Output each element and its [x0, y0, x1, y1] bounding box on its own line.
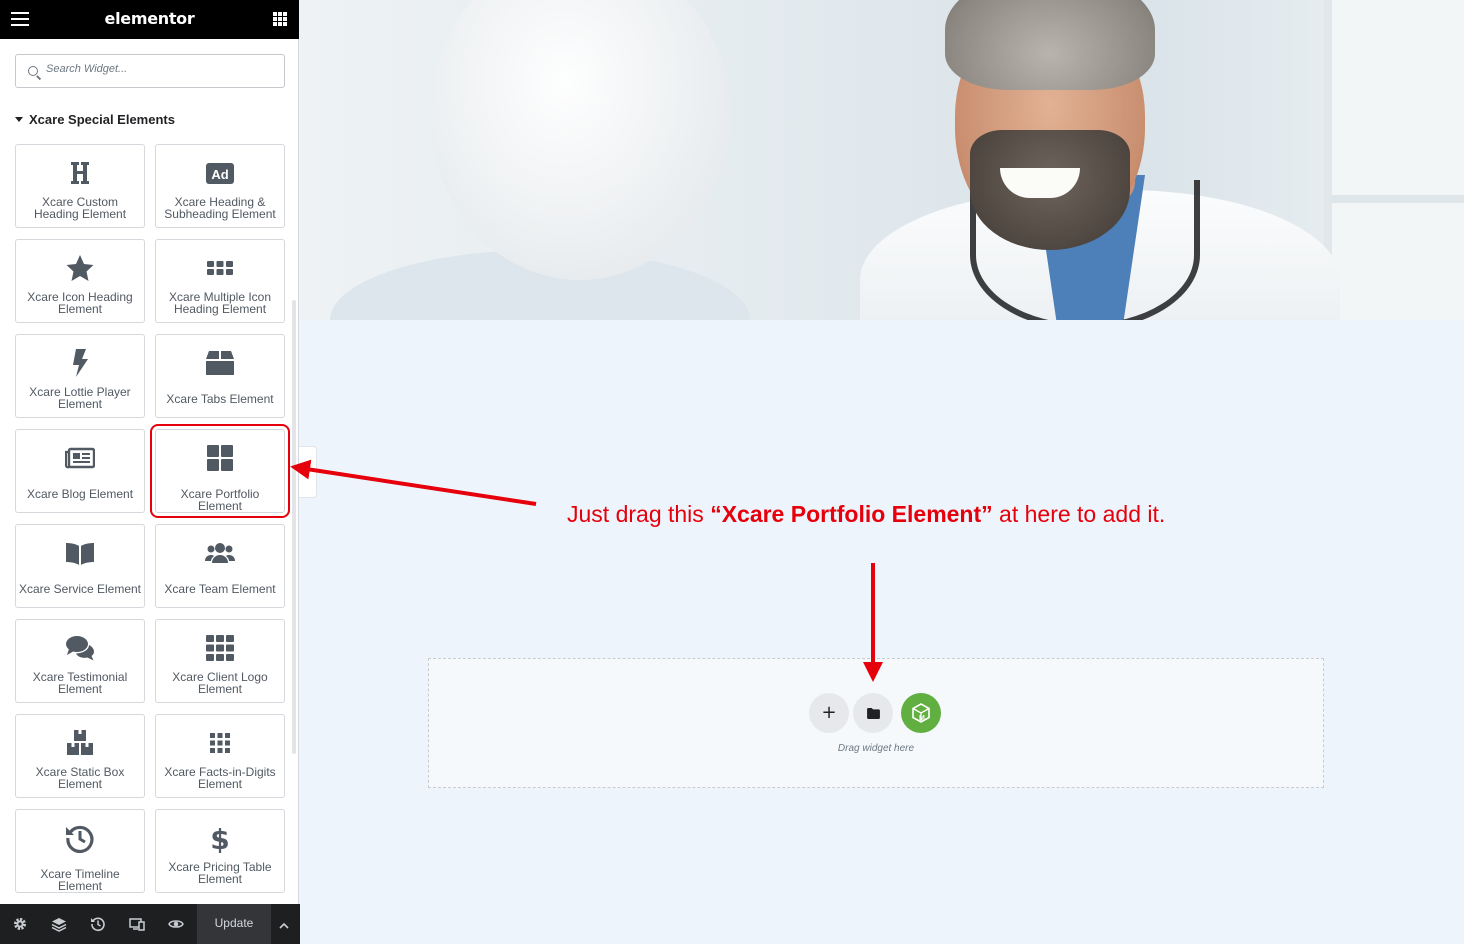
dollar-icon: $: [156, 823, 284, 853]
widget-label: Xcare Heading & Subheading Element: [164, 195, 276, 221]
book-open-icon: [16, 539, 144, 567]
elementor-logo: elementor: [104, 9, 195, 28]
widget-grid: Xcare Custom Heading Element Ad Xcare He…: [15, 144, 290, 893]
search-widget-box[interactable]: [15, 54, 285, 88]
drop-label: Drag widget here: [837, 743, 915, 754]
search-input[interactable]: [46, 63, 276, 75]
drop-zone[interactable]: + M Drag widget here: [428, 658, 1324, 788]
em-icon: M: [912, 703, 930, 723]
svg-text:$: $: [210, 823, 229, 853]
boxes-icon: [16, 729, 144, 757]
caret-down-icon: [15, 117, 23, 122]
svg-text:M: M: [919, 715, 925, 722]
widget-label: Xcare Portfolio Element: [180, 487, 260, 513]
layers-icon[interactable]: [51, 916, 67, 932]
history-icon[interactable]: [90, 916, 106, 932]
update-button[interactable]: Update: [197, 904, 271, 944]
widget-timeline[interactable]: Xcare Timeline Element: [15, 809, 145, 893]
apps-grid-icon[interactable]: [273, 12, 287, 26]
annotation-suffix: at here to add it.: [992, 501, 1166, 527]
hero-image: [300, 0, 1464, 320]
widget-label: Xcare Lottie Player Element: [29, 385, 131, 411]
widget-custom-heading[interactable]: Xcare Custom Heading Element: [15, 144, 145, 228]
category-header[interactable]: Xcare Special Elements: [15, 112, 175, 127]
comments-icon: [16, 634, 144, 662]
th-large-icon: [156, 444, 284, 472]
em-addon-button[interactable]: M: [901, 693, 941, 733]
widget-facts-in-digits[interactable]: Xcare Facts-in-Digits Element: [155, 714, 285, 798]
widget-testimonial[interactable]: Xcare Testimonial Element: [15, 619, 145, 703]
history-icon: [16, 824, 144, 853]
heading-icon: [16, 159, 144, 187]
eye-icon[interactable]: [168, 916, 184, 932]
panel-header: elementor: [0, 0, 299, 39]
svg-text:Ad: Ad: [211, 167, 228, 182]
widget-tabs[interactable]: Xcare Tabs Element: [155, 334, 285, 418]
folder-icon: [866, 707, 880, 719]
newspaper-icon: [16, 444, 144, 472]
star-icon: [16, 254, 144, 282]
widget-label: Xcare Icon Heading Element: [27, 290, 133, 316]
users-icon: [156, 539, 284, 567]
add-template-button[interactable]: [853, 693, 893, 733]
arrow-to-widget: [290, 459, 537, 506]
widget-team[interactable]: Xcare Team Element: [155, 524, 285, 608]
widget-blog[interactable]: Xcare Blog Element: [15, 429, 145, 513]
chevron-up-icon[interactable]: [279, 918, 289, 929]
widget-label: Xcare Timeline Element: [40, 867, 120, 893]
widget-label: Xcare Facts-in-Digits Element: [164, 765, 276, 791]
th-icon: [156, 634, 284, 662]
widget-portfolio[interactable]: Xcare Portfolio Element: [150, 424, 290, 518]
widget-multiple-icon-heading[interactable]: Xcare Multiple Icon Heading Element: [155, 239, 285, 323]
widget-label: Xcare Static Box Element: [35, 765, 125, 791]
responsive-icon[interactable]: [129, 916, 145, 932]
widget-label: Xcare Blog Element: [26, 487, 134, 501]
plus-icon: +: [821, 702, 837, 723]
panel-scrollbar[interactable]: [292, 300, 296, 754]
widget-label: Xcare Multiple Icon Heading Element: [168, 290, 272, 316]
grid-dots-icon: [156, 254, 284, 282]
add-section-button[interactable]: +: [809, 693, 849, 733]
dots-grid-icon: [156, 729, 284, 757]
widget-client-logo[interactable]: Xcare Client Logo Element: [155, 619, 285, 703]
widget-icon-heading[interactable]: Xcare Icon Heading Element: [15, 239, 145, 323]
settings-icon[interactable]: [12, 916, 28, 932]
panel-footer: Update: [0, 904, 300, 944]
annotation-highlight: “Xcare Portfolio Element”: [710, 501, 993, 527]
panel-collapse-toggle[interactable]: [299, 446, 317, 498]
category-title: Xcare Special Elements: [29, 112, 175, 127]
annotation-prefix: Just drag this: [567, 501, 711, 527]
widget-pricing-table[interactable]: $ Xcare Pricing Table Element: [155, 809, 285, 893]
widget-label: Xcare Testimonial Element: [32, 670, 128, 696]
instruction-annotation: Just drag this “Xcare Portfolio Element”…: [567, 501, 1165, 528]
widget-static-box[interactable]: Xcare Static Box Element: [15, 714, 145, 798]
widget-lottie-player[interactable]: Xcare Lottie Player Element: [15, 334, 145, 418]
widget-label: Xcare Tabs Element: [166, 392, 274, 406]
widget-label: Xcare Pricing Table Element: [168, 860, 272, 886]
widget-label: Xcare Client Logo Element: [172, 670, 268, 696]
widget-heading-subheading[interactable]: Ad Xcare Heading & Subheading Element: [155, 144, 285, 228]
widget-label: Xcare Custom Heading Element: [33, 195, 127, 221]
widget-panel: elementor Xcare Special Elements Xcare C…: [0, 0, 299, 944]
bolt-icon: [16, 349, 144, 377]
ad-icon: Ad: [156, 159, 284, 187]
widget-label: Xcare Service Element: [18, 582, 142, 596]
box-icon: [156, 349, 284, 377]
widget-label: Xcare Team Element: [164, 582, 276, 596]
widget-service[interactable]: Xcare Service Element: [15, 524, 145, 608]
search-icon: [28, 66, 38, 76]
